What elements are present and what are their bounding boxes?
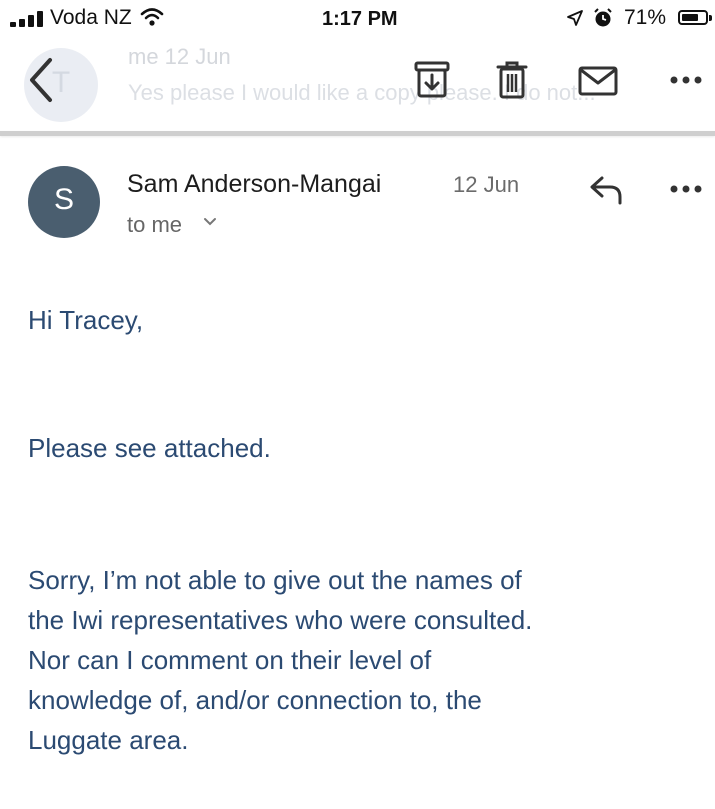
alarm-icon (594, 8, 612, 27)
recipient-label[interactable]: to me (127, 212, 182, 238)
email-date: 12 Jun (453, 172, 520, 197)
paragraph-line: Nor can I comment on their level of (28, 645, 432, 675)
sender-name[interactable]: Sam Anderson-Mangai (127, 170, 381, 199)
status-bar: Voda NZ 1:17 PM 71% (0, 0, 715, 36)
chevron-down-icon[interactable] (203, 217, 217, 227)
paragraph-line: Luggate area. (28, 725, 189, 755)
previous-message-sender: me 12 Jun (128, 44, 231, 69)
message-more-icon[interactable] (666, 174, 706, 204)
email-body-line: Please see attached. (28, 433, 271, 463)
email-toolbar: T me 12 Jun Yes please I would like a co… (0, 36, 715, 134)
email-body-paragraph: Sorry, I’m not able to give out the name… (28, 560, 532, 760)
envelope-icon[interactable] (576, 58, 620, 102)
sender-avatar[interactable]: S (28, 166, 100, 238)
toolbar-divider (0, 131, 715, 136)
paragraph-line: knowledge of, and/or connection to, the (28, 685, 482, 715)
battery-icon (678, 10, 708, 25)
chevron-left-icon[interactable] (22, 52, 62, 104)
more-horizontal-icon[interactable] (666, 60, 706, 100)
trash-icon[interactable] (490, 58, 534, 102)
paragraph-line: the Iwi representatives who were consult… (28, 605, 533, 635)
carrier-label: Voda NZ (50, 6, 132, 29)
paragraph-line: Sorry, I’m not able to give out the name… (28, 565, 522, 595)
location-arrow-icon (567, 10, 583, 26)
reply-icon[interactable] (588, 172, 624, 206)
battery-percent: 71% (624, 6, 667, 29)
archive-icon[interactable] (410, 58, 454, 102)
email-greeting: Hi Tracey, (28, 305, 144, 335)
clock-time: 1:17 PM (322, 8, 398, 30)
signal-icon (10, 11, 46, 27)
wifi-icon (140, 8, 164, 26)
battery-tip (709, 15, 712, 21)
